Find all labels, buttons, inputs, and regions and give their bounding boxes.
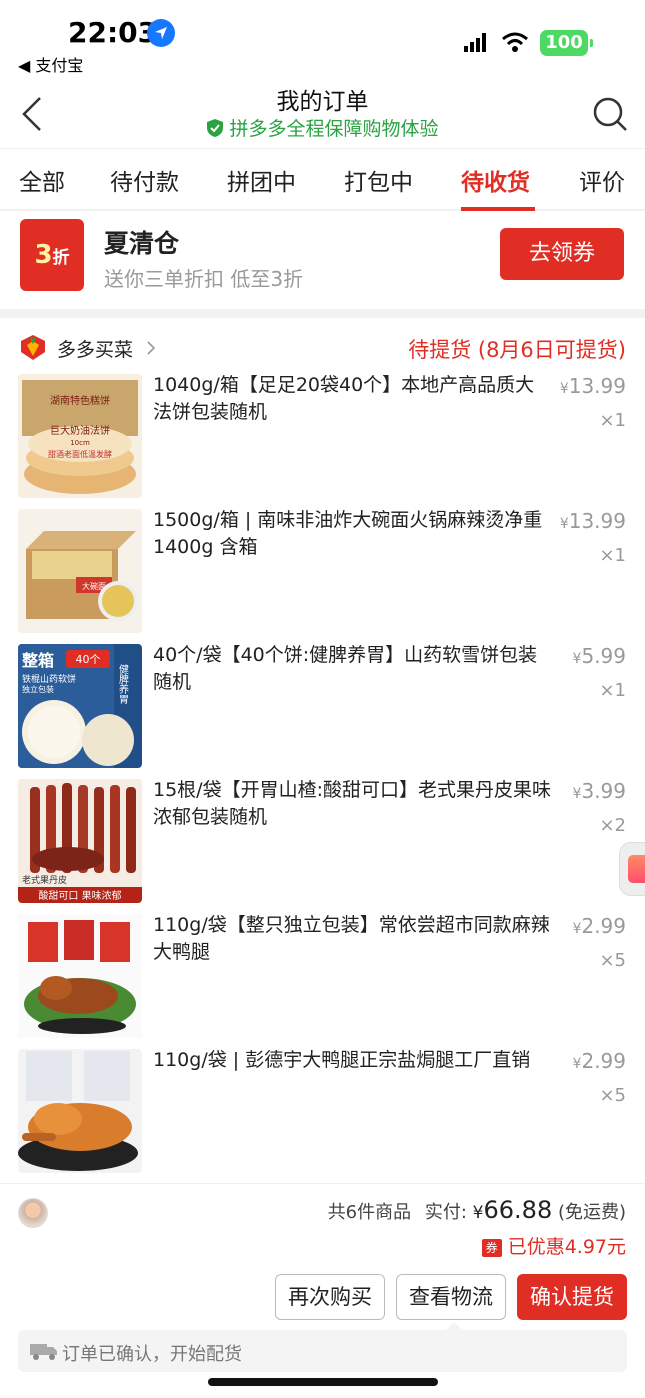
- confirm-pickup-button[interactable]: 确认提货: [517, 1274, 627, 1320]
- item-price: ¥13.99: [559, 509, 626, 533]
- svg-text:10cm: 10cm: [70, 439, 90, 447]
- item-price: ¥13.99: [559, 374, 626, 398]
- item-name: 1040g/箱【足足20袋40个】本地产高品质大法饼包装随机: [153, 374, 535, 423]
- item-quantity: ×2: [599, 815, 626, 836]
- svg-text:巨大奶油法饼: 巨大奶油法饼: [50, 424, 110, 437]
- order-card: 多多买菜 待提货 (8月6日可提货) 湖南特色糕饼 巨大奶油法饼 10cm 甜酒…: [0, 318, 645, 1398]
- item-price: ¥3.99: [572, 779, 626, 803]
- shield-check-icon: [207, 119, 224, 137]
- page-header: 我的订单 拼多多全程保障购物体验: [0, 80, 645, 148]
- shipping-note: (免运费): [557, 1202, 626, 1223]
- store-logo: [21, 335, 45, 360]
- clock: 22:03: [68, 16, 158, 49]
- svg-text:老式果丹皮: 老式果丹皮: [22, 874, 67, 886]
- discount-info: 券已优惠4.97元: [481, 1232, 626, 1259]
- svg-text:湖南特色糕饼: 湖南特色糕饼: [50, 394, 110, 407]
- divider: [0, 1183, 645, 1184]
- location-icon: [147, 19, 175, 47]
- item-price: ¥2.99: [572, 1049, 626, 1073]
- status-bar: 22:03 ◀ 支付宝 100: [0, 0, 645, 80]
- search-icon[interactable]: [592, 96, 628, 132]
- item-price: ¥2.99: [572, 914, 626, 938]
- svg-text:40个: 40个: [76, 653, 101, 666]
- truck-icon: [30, 1344, 57, 1360]
- store-name: 多多买菜: [57, 339, 134, 361]
- rebuy-button[interactable]: 再次购买: [275, 1274, 385, 1320]
- battery-icon: 100: [540, 30, 593, 56]
- chevron-right-icon: [147, 341, 156, 355]
- item-quantity: ×1: [599, 680, 626, 701]
- video-icon: [628, 855, 645, 883]
- logistics-status[interactable]: 订单已确认，开始配货: [18, 1322, 627, 1372]
- order-item[interactable]: 老式果丹皮 酸甜可口 果味浓郁 15根/袋【开胃山楂:酸甜可口】老式果丹皮果味浓…: [0, 779, 645, 909]
- svg-text:酸甜可口 果味浓郁: 酸甜可口 果味浓郁: [38, 889, 121, 902]
- svg-text:铁棍山药软饼: 铁棍山药软饼: [22, 673, 76, 685]
- item-count: 共6件商品: [327, 1202, 412, 1223]
- get-coupon-button[interactable]: 去领券: [500, 228, 624, 280]
- item-name: 1500g/箱 | 南味非油炸大碗面火锅麻辣烫净重1400g 含箱: [153, 509, 543, 558]
- order-tabs: 全部 待付款 拼团中 打包中 待收货 评价: [0, 148, 645, 211]
- signal-icon: [464, 33, 486, 52]
- tab-review[interactable]: 评价: [579, 163, 625, 197]
- svg-text:独立包装: 独立包装: [22, 684, 54, 694]
- view-logistics-button[interactable]: 查看物流: [396, 1274, 506, 1320]
- order-item[interactable]: 110g/袋 | 彭德宇大鸭腿正宗盐焗腿工厂直销 ¥2.99 ×5: [0, 1049, 645, 1179]
- tab-packing[interactable]: 打包中: [344, 163, 413, 197]
- svg-text:整箱: 整箱: [21, 651, 54, 670]
- subtitle-text: 拼多多全程保障购物体验: [229, 118, 439, 140]
- item-quantity: ×1: [599, 410, 626, 431]
- product-image: 整箱 40个 铁棍山药软饼 独立包装 健脾养胃: [18, 644, 142, 768]
- product-image: [18, 1049, 142, 1173]
- floating-widget-button[interactable]: [619, 842, 645, 896]
- home-indicator: [208, 1378, 438, 1386]
- item-name: 110g/袋 | 彭德宇大鸭腿正宗盐焗腿工厂直销: [153, 1049, 531, 1071]
- store-header[interactable]: 多多买菜 待提货 (8月6日可提货): [0, 318, 645, 374]
- guarantee-subtitle: 拼多多全程保障购物体验: [0, 114, 645, 141]
- discount-badge-icon: 3折: [20, 219, 84, 291]
- tab-to-receive[interactable]: 待收货: [461, 163, 530, 197]
- tab-group-buying[interactable]: 拼团中: [227, 163, 296, 197]
- logistics-text: 订单已确认，开始配货: [62, 1344, 242, 1365]
- promo-title: 夏清仓: [104, 229, 180, 258]
- coupon-icon: 券: [481, 1239, 502, 1257]
- order-status: 待提货 (8月6日可提货): [408, 338, 626, 362]
- back-to-alipay-link[interactable]: ◀ 支付宝: [18, 52, 83, 76]
- order-item[interactable]: 整箱 40个 铁棍山药软饼 独立包装 健脾养胃 40个/袋【40个饼:健脾养胃】…: [0, 644, 645, 774]
- item-name: 40个/袋【40个饼:健脾养胃】山药软雪饼包装随机: [153, 644, 538, 693]
- order-item[interactable]: 110g/袋【整只独立包装】常依尝超市同款麻辣大鸭腿 ¥2.99 ×5: [0, 914, 645, 1044]
- page-title: 我的订单: [276, 89, 369, 115]
- product-image: 老式果丹皮 酸甜可口 果味浓郁: [18, 779, 142, 903]
- order-item[interactable]: 湖南特色糕饼 巨大奶油法饼 10cm 甜酒老面低温发酵 1040g/箱【足足20…: [0, 374, 645, 504]
- product-image: [18, 914, 142, 1038]
- avatar: [18, 1198, 48, 1228]
- item-quantity: ×5: [599, 950, 626, 971]
- tab-pending-payment[interactable]: 待付款: [110, 163, 179, 197]
- order-item[interactable]: 大碗面 1500g/箱 | 南味非油炸大碗面火锅麻辣烫净重1400g 含箱 ¥1…: [0, 509, 645, 639]
- paid-amount: ¥66.88: [472, 1196, 553, 1224]
- tab-all[interactable]: 全部: [19, 163, 65, 197]
- svg-text:甜酒老面低温发酵: 甜酒老面低温发酵: [48, 449, 112, 459]
- item-quantity: ×1: [599, 545, 626, 566]
- product-image: 大碗面: [18, 509, 142, 633]
- svg-text:健脾养胃: 健脾养胃: [117, 664, 129, 705]
- wifi-icon: [502, 32, 528, 52]
- promo-subtitle: 送你三单折扣 低至3折: [104, 267, 304, 291]
- item-name: 15根/袋【开胃山楂:酸甜可口】老式果丹皮果味浓郁包装随机: [153, 779, 551, 828]
- paid-label: 实付:: [424, 1202, 473, 1223]
- item-name: 110g/袋【整只独立包装】常依尝超市同款麻辣大鸭腿: [153, 914, 550, 963]
- item-price: ¥5.99: [572, 644, 626, 668]
- product-image: 湖南特色糕饼 巨大奶油法饼 10cm 甜酒老面低温发酵: [18, 374, 142, 498]
- item-quantity: ×5: [599, 1085, 626, 1106]
- order-summary: 共6件商品 实付: ¥66.88 (免运费): [328, 1196, 626, 1224]
- promo-banner[interactable]: 3折 夏清仓 送你三单折扣 低至3折 去领券: [0, 211, 645, 309]
